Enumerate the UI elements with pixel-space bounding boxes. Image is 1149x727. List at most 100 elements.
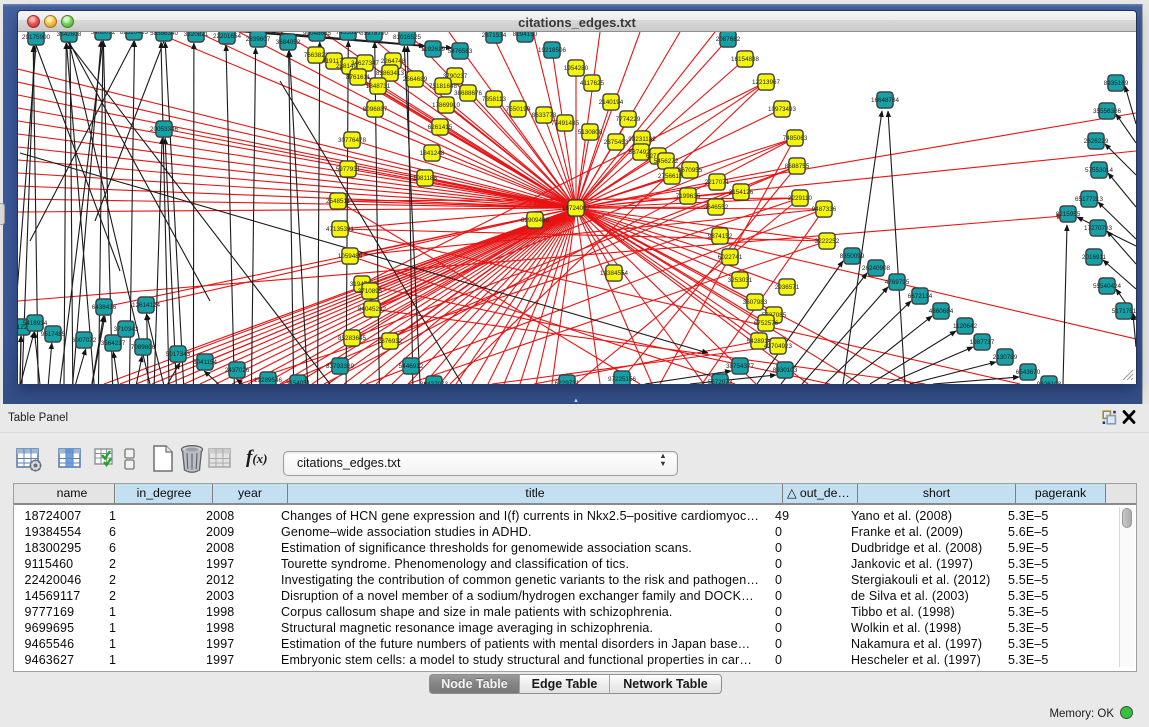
svg-text:2564689: 2564689 xyxy=(403,76,428,83)
svg-text:98231132: 98231132 xyxy=(628,136,656,143)
svg-text:2229110: 2229110 xyxy=(788,195,813,202)
svg-text:18724007: 18724007 xyxy=(562,205,591,212)
svg-text:8633773: 8633773 xyxy=(532,112,557,119)
svg-text:2140194: 2140194 xyxy=(599,99,624,106)
svg-text:57553014: 57553014 xyxy=(1085,167,1114,174)
svg-text:8294150: 8294150 xyxy=(513,32,538,38)
svg-text:38688676: 38688676 xyxy=(454,90,483,97)
svg-text:1981186: 1981186 xyxy=(413,175,438,182)
svg-text:5017343: 5017343 xyxy=(166,351,191,358)
svg-text:3222252: 3222252 xyxy=(815,238,840,245)
svg-text:1059486: 1059486 xyxy=(338,253,363,260)
svg-text:8215955: 8215955 xyxy=(1056,211,1081,218)
svg-text:3607983: 3607983 xyxy=(743,299,768,306)
svg-text:9517485: 9517485 xyxy=(41,331,66,338)
svg-text:83863413: 83863413 xyxy=(376,70,405,77)
svg-text:22201654: 22201654 xyxy=(213,33,242,40)
svg-text:4860684: 4860684 xyxy=(929,308,954,315)
svg-text:81016525: 81016525 xyxy=(393,34,422,41)
svg-text:8670955: 8670955 xyxy=(678,167,703,174)
svg-text:17869910: 17869910 xyxy=(432,102,461,109)
svg-text:19218506: 19218506 xyxy=(538,47,567,54)
svg-text:3342608: 3342608 xyxy=(57,32,82,38)
svg-text:85283645: 85283645 xyxy=(338,335,367,342)
svg-text:19289546: 19289546 xyxy=(254,377,283,384)
svg-text:7358113: 7358113 xyxy=(482,96,507,103)
svg-text:4117625: 4117625 xyxy=(580,80,605,87)
svg-text:6438436: 6438436 xyxy=(92,304,117,311)
svg-text:1841248: 1841248 xyxy=(420,150,445,157)
svg-text:3253031: 3253031 xyxy=(728,277,753,284)
svg-text:5456272: 5456272 xyxy=(654,158,679,165)
svg-text:38427073: 38427073 xyxy=(420,381,449,384)
svg-text:6007072: 6007072 xyxy=(72,337,97,344)
svg-text:38754377: 38754377 xyxy=(726,363,755,370)
svg-text:2375453: 2375453 xyxy=(604,139,629,146)
svg-text:77491435: 77491435 xyxy=(551,120,580,127)
svg-text:5977931: 5977931 xyxy=(336,166,361,173)
svg-text:82909480: 82909480 xyxy=(521,217,550,224)
svg-text:6229731: 6229731 xyxy=(555,380,580,384)
svg-text:89978790: 89978790 xyxy=(360,32,389,37)
svg-text:26240908: 26240908 xyxy=(862,265,891,272)
svg-text:3684052: 3684052 xyxy=(276,39,301,46)
svg-text:20053346: 20053346 xyxy=(150,126,179,133)
svg-text:2437026: 2437026 xyxy=(225,367,250,374)
svg-text:17270733: 17270733 xyxy=(1084,225,1113,232)
svg-text:75181648: 75181648 xyxy=(429,83,458,90)
svg-text:1987737: 1987737 xyxy=(970,339,995,346)
svg-text:19384554: 19384554 xyxy=(600,270,629,277)
svg-text:5130808: 5130808 xyxy=(578,129,603,136)
svg-text:5041154: 5041154 xyxy=(193,359,218,366)
svg-text:7485063: 7485063 xyxy=(783,135,808,142)
svg-text:3154051: 3154051 xyxy=(286,380,311,384)
svg-text:6543670: 6543670 xyxy=(1016,369,1041,376)
svg-text:30776478: 30776478 xyxy=(338,137,367,144)
svg-text:3710895: 3710895 xyxy=(358,288,383,295)
svg-text:8761611: 8761611 xyxy=(346,74,371,81)
svg-text:8350099: 8350099 xyxy=(840,253,865,260)
svg-text:16154838: 16154838 xyxy=(731,56,760,63)
svg-text:84045292: 84045292 xyxy=(358,306,387,313)
svg-text:3320821: 3320821 xyxy=(184,32,209,38)
svg-text:8096887: 8096887 xyxy=(363,106,388,113)
svg-text:5446912: 5446912 xyxy=(399,363,424,370)
svg-text:2264748: 2264748 xyxy=(381,58,406,65)
svg-text:29175900: 29175900 xyxy=(22,34,51,41)
svg-text:2154126: 2154126 xyxy=(729,189,754,196)
svg-text:16648784: 16648784 xyxy=(871,97,900,104)
svg-text:90048665: 90048665 xyxy=(303,32,332,37)
svg-text:65177213: 65177213 xyxy=(1075,196,1104,203)
svg-text:8935169: 8935169 xyxy=(1104,80,1129,87)
svg-text:5476583: 5476583 xyxy=(448,48,473,55)
svg-text:2876932: 2876932 xyxy=(378,338,403,345)
svg-text:10973493: 10973493 xyxy=(768,106,797,113)
svg-text:12614124: 12614124 xyxy=(132,302,161,309)
svg-text:2936571: 2936571 xyxy=(775,284,800,291)
svg-text:55540424: 55540424 xyxy=(1093,283,1122,290)
svg-text:5171761: 5171761 xyxy=(1112,308,1136,315)
svg-text:43704923: 43704923 xyxy=(764,343,793,350)
svg-text:6672134: 6672134 xyxy=(908,293,933,300)
svg-text:5672073: 5672073 xyxy=(708,379,733,384)
svg-text:9487336: 9487336 xyxy=(812,206,837,213)
svg-text:1954280: 1954280 xyxy=(564,65,589,72)
svg-text:6022741: 6022741 xyxy=(718,254,743,261)
svg-text:3564217: 3564217 xyxy=(101,340,126,347)
svg-text:97225156: 97225156 xyxy=(608,376,637,383)
svg-text:2130789: 2130789 xyxy=(993,354,1018,361)
svg-text:12213967: 12213967 xyxy=(752,79,781,86)
svg-text:83793389: 83793389 xyxy=(326,363,355,370)
svg-text:7089806: 7089806 xyxy=(131,344,156,351)
svg-text:2871534: 2871534 xyxy=(482,32,507,39)
svg-text:2087682: 2087682 xyxy=(716,36,741,43)
svg-text:2548511: 2548511 xyxy=(326,198,351,205)
svg-text:8688755: 8688755 xyxy=(785,163,810,170)
svg-text:6261415: 6261415 xyxy=(428,124,453,131)
svg-text:88320463: 88320463 xyxy=(120,32,149,36)
svg-text:7774229: 7774229 xyxy=(616,116,641,123)
svg-text:3710343: 3710343 xyxy=(114,326,139,333)
svg-text:3646552: 3646552 xyxy=(704,204,729,211)
svg-text:7455324: 7455324 xyxy=(336,32,361,36)
svg-text:5408072: 5408072 xyxy=(91,32,116,36)
